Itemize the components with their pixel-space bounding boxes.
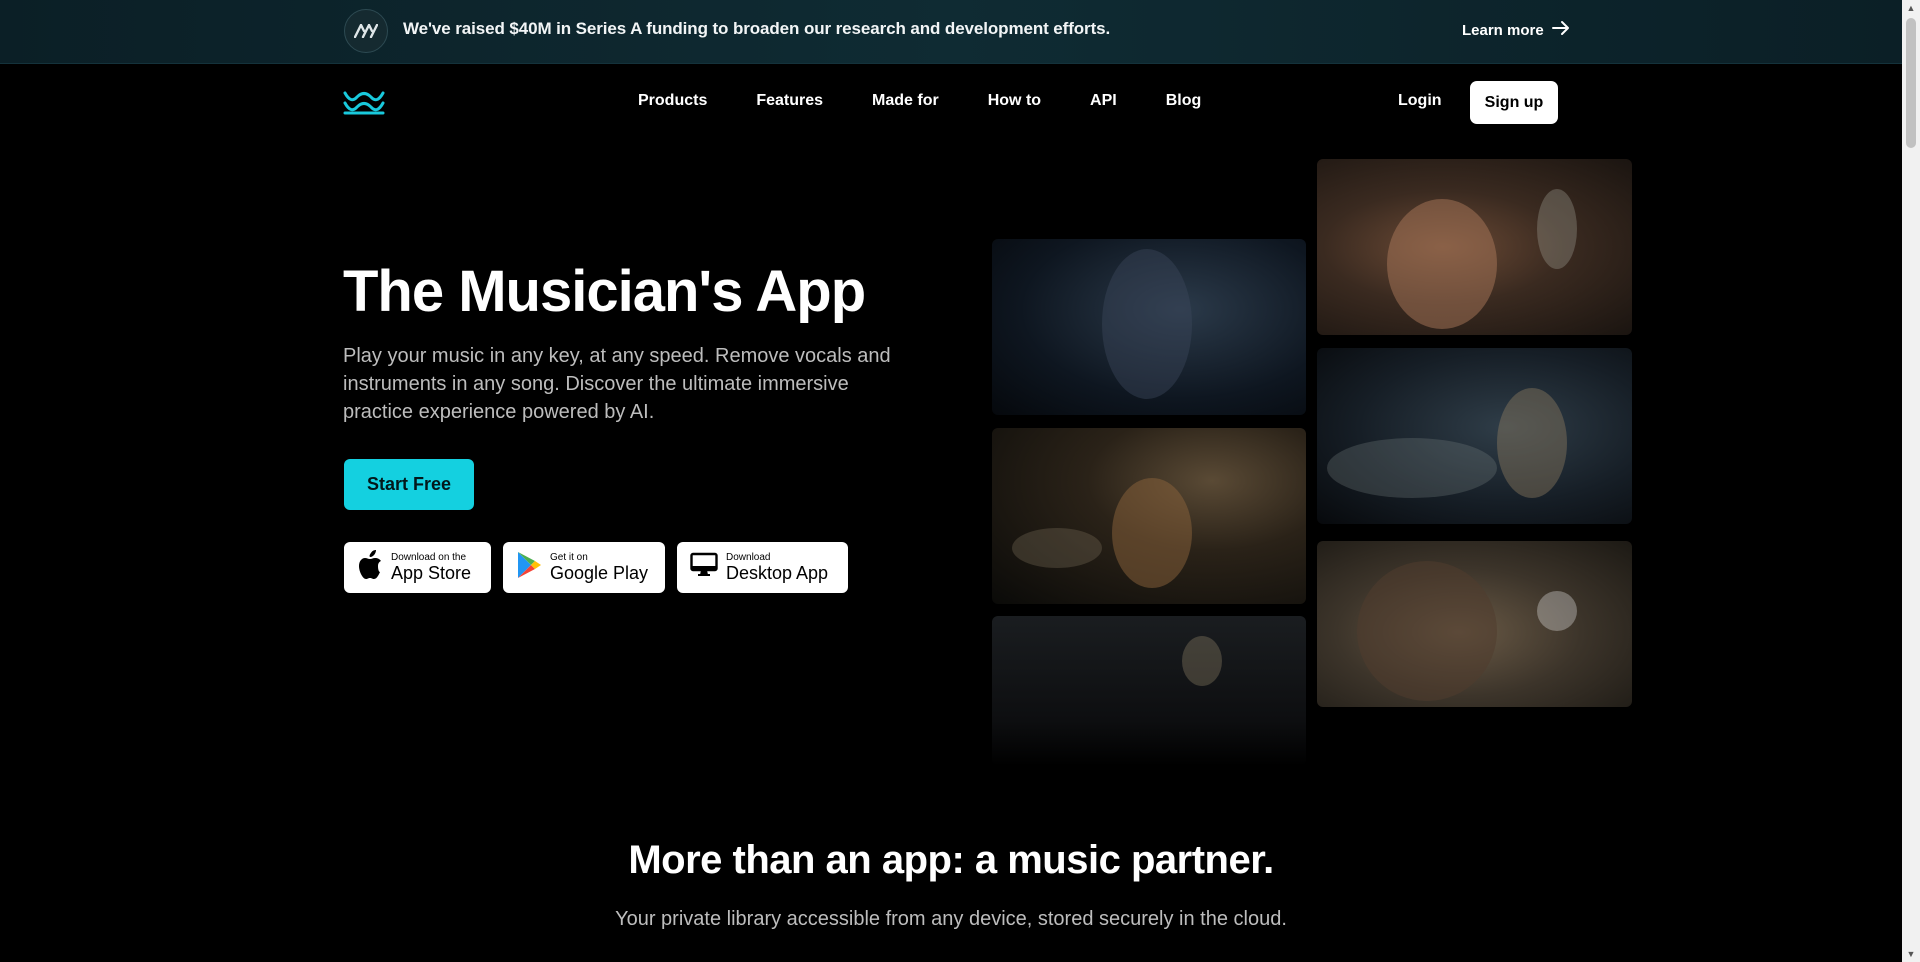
login-link[interactable]: Login	[1398, 92, 1442, 110]
learn-more-link[interactable]: Learn more	[1462, 20, 1570, 40]
scroll-up-icon[interactable]: ▲	[1902, 0, 1920, 16]
section-title: More than an app: a music partner.	[628, 838, 1274, 882]
section-subtitle: Your private library accessible from any…	[615, 908, 1287, 930]
google-play-button[interactable]: Get it on Google Play	[503, 542, 665, 593]
start-free-button[interactable]: Start Free	[344, 459, 474, 510]
learn-more-label: Learn more	[1462, 21, 1544, 39]
nav-item-made-for[interactable]: Made for	[872, 92, 939, 110]
scroll-down-icon[interactable]: ▼	[1902, 946, 1920, 962]
musician-photo-studio-engineer	[1317, 348, 1632, 524]
announcement-message: We've raised $40M in Series A funding to…	[403, 19, 1111, 38]
apple-icon	[357, 550, 383, 585]
nav-item-products[interactable]: Products	[638, 92, 707, 110]
musician-photo-singer	[1317, 159, 1632, 335]
moises-wave-logo-icon[interactable]	[343, 90, 385, 116]
hero-description: Play your music in any key, at any speed…	[343, 345, 891, 423]
nav-item-api[interactable]: API	[1090, 92, 1117, 110]
desktop-icon	[690, 552, 718, 583]
app-store-small-label: Download on the	[391, 551, 467, 563]
scrollbar-thumb[interactable]	[1906, 18, 1916, 148]
google-play-label: Google Play	[550, 562, 649, 583]
desktop-app-small-label: Download	[726, 551, 771, 563]
arrow-right-icon	[1551, 20, 1570, 40]
musician-photo-pianist	[992, 616, 1306, 766]
moises-ai-logo-icon	[344, 9, 388, 53]
google-play-icon	[516, 550, 542, 585]
desktop-app-button[interactable]: Download Desktop App	[677, 542, 848, 593]
google-play-small-label: Get it on	[550, 551, 588, 563]
main-nav: Products Features Made for How to API Bl…	[638, 92, 1250, 110]
app-store-button[interactable]: Download on the App Store	[344, 542, 491, 593]
app-store-label: App Store	[391, 562, 472, 583]
nav-item-blog[interactable]: Blog	[1166, 92, 1202, 110]
nav-item-features[interactable]: Features	[756, 92, 823, 110]
announcement-bar: We've raised $40M in Series A funding to…	[0, 0, 1902, 64]
musician-photo-guitarist	[992, 239, 1306, 415]
nav-item-how-to[interactable]: How to	[988, 92, 1041, 110]
page-scrollbar[interactable]: ▲ ▼	[1902, 0, 1920, 962]
musician-photo-drummer	[992, 428, 1306, 604]
musician-photo-producer	[1317, 541, 1632, 707]
signup-button[interactable]: Sign up	[1470, 81, 1558, 124]
hero-title: The Musician's App	[343, 259, 866, 324]
desktop-app-label: Desktop App	[726, 562, 829, 583]
